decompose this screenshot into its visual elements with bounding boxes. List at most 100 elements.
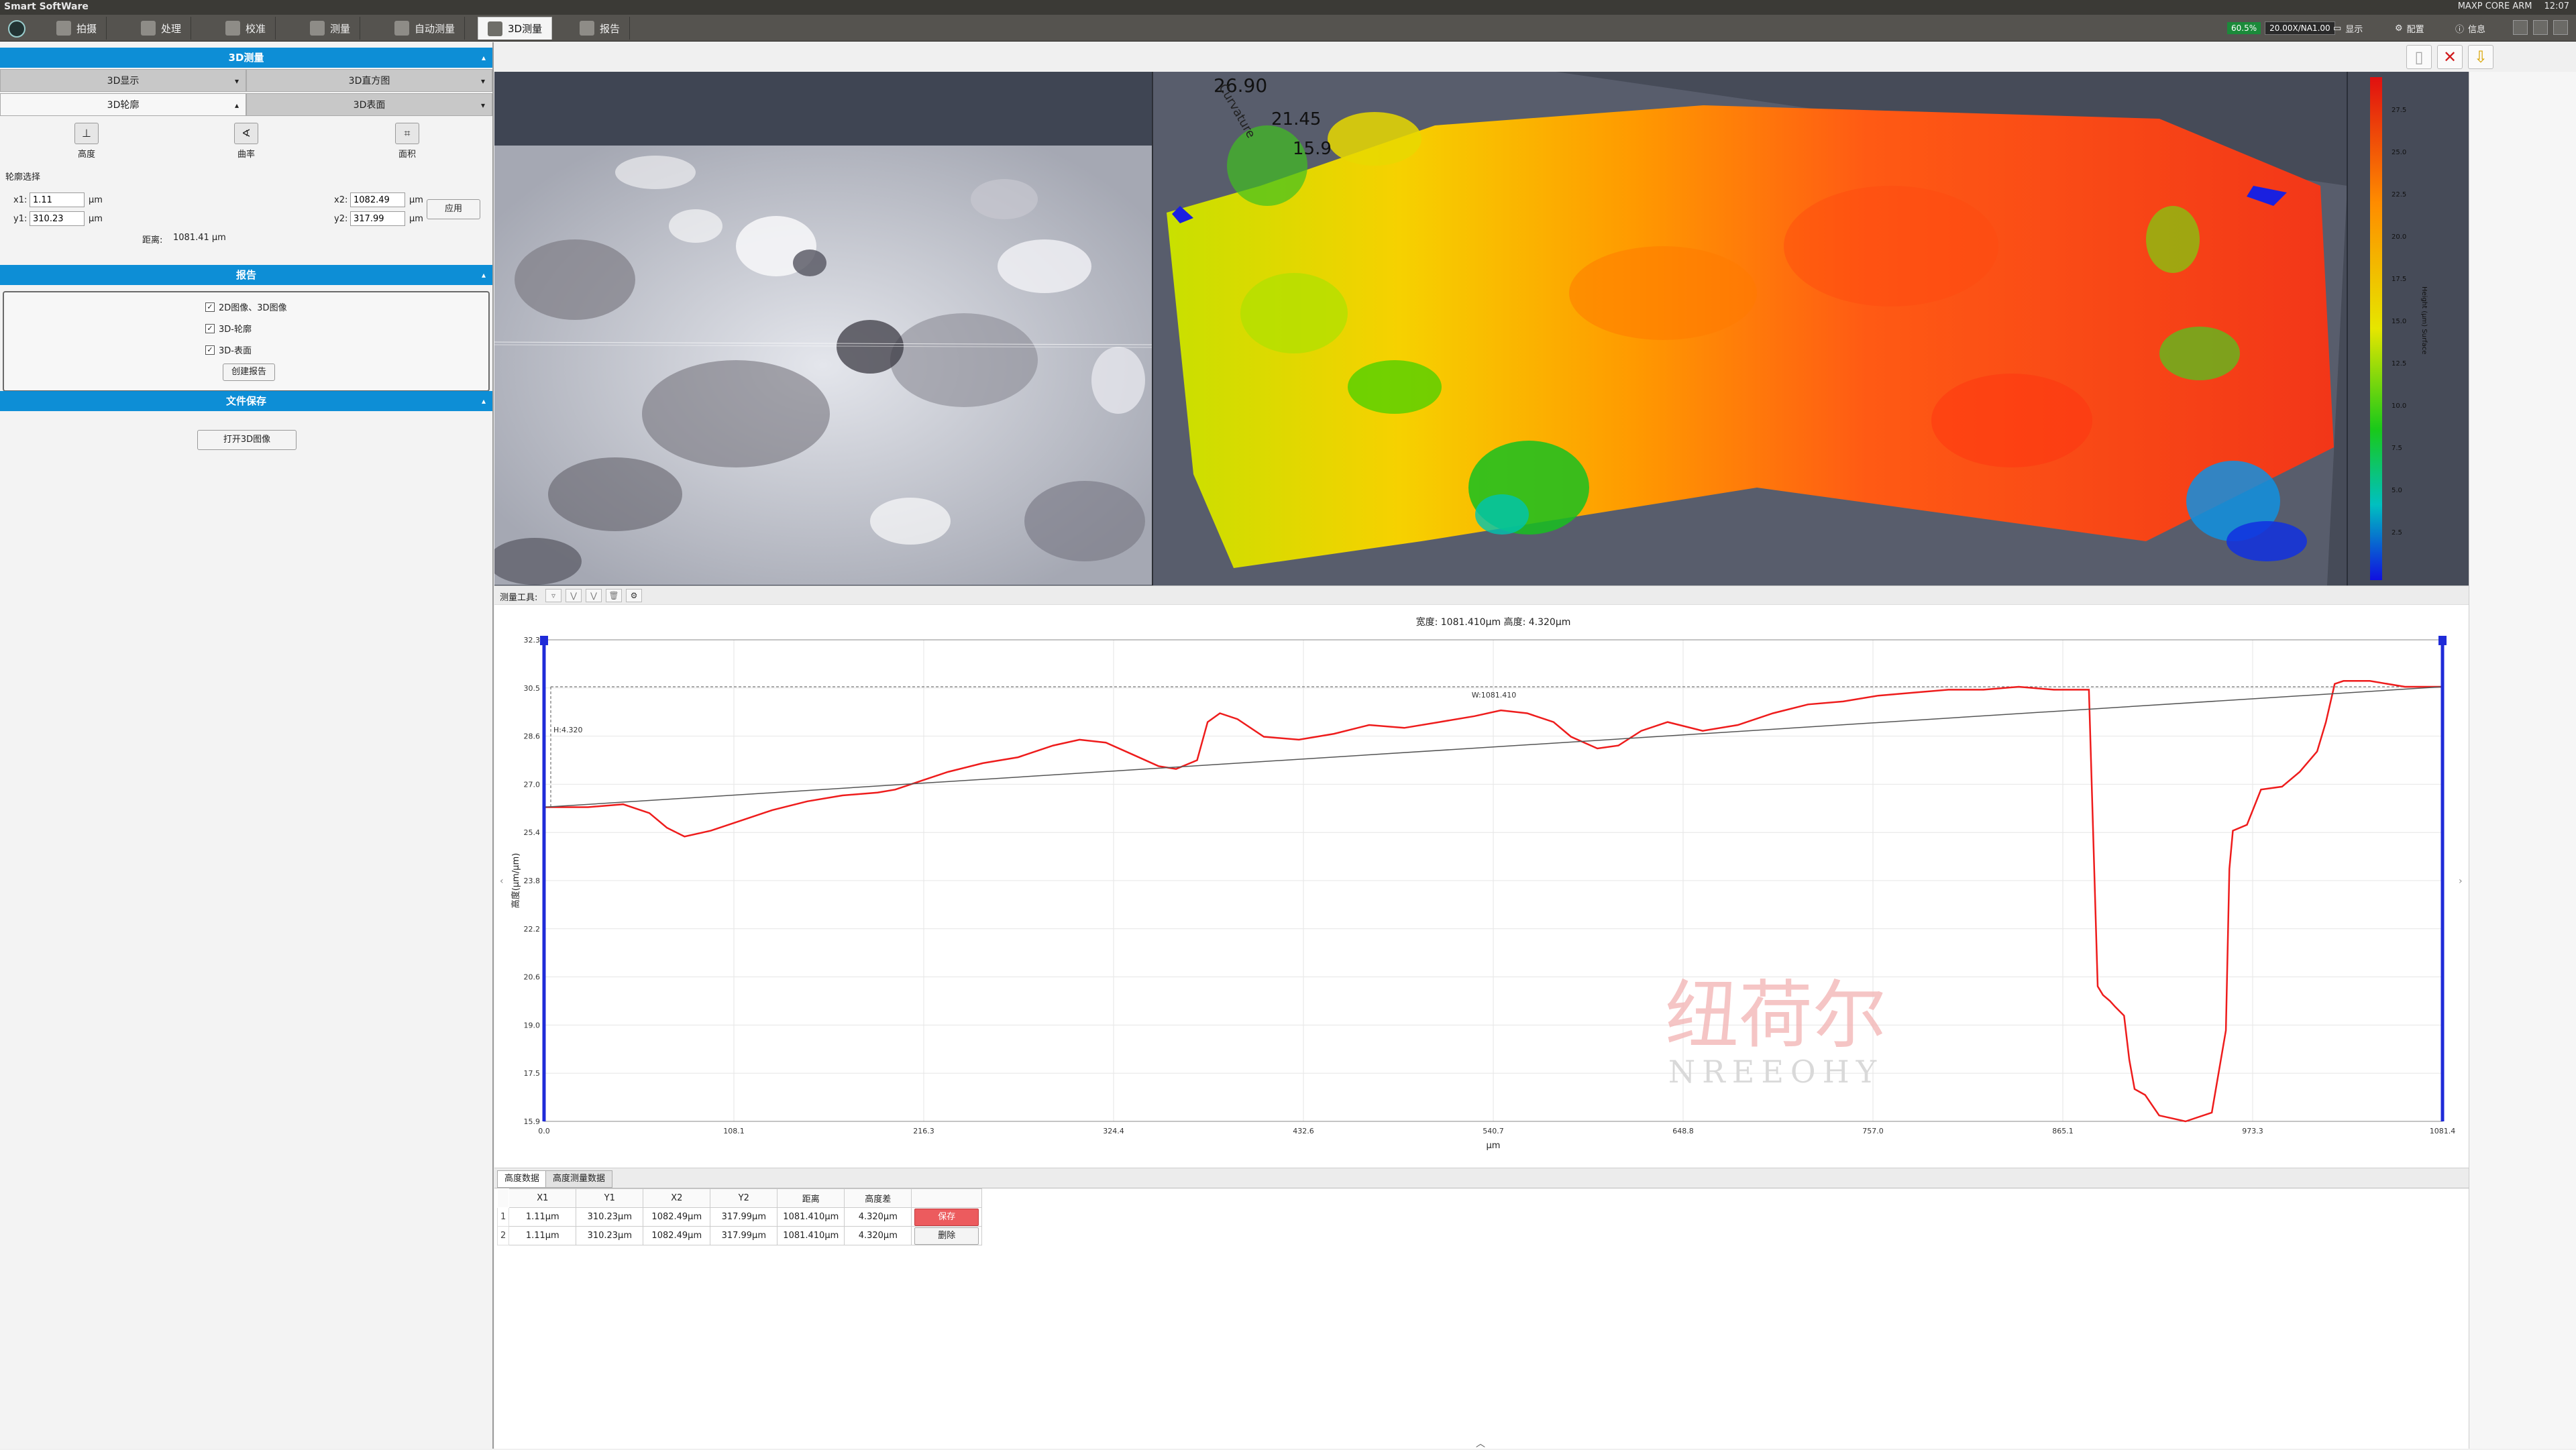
open-3d-image-button[interactable]: 打开3D图像 [197,430,297,450]
tab-process[interactable]: 处理 [131,17,192,40]
y-tick-label: 22.2 [524,925,541,934]
tab-height-measure-data[interactable]: 高度测量数据 [545,1170,613,1188]
measurement-table: X1 Y1 X2 Y2 距离 高度差 1 1.11μm 310.23μm 108… [496,1188,983,1245]
y-tick-label: 19.0 [524,1021,541,1029]
measure-icon [310,21,325,36]
y-axis-label: 高度(μm/μm) [511,853,521,908]
zoom-select[interactable]: 20.00X/NA1.00 [2265,21,2335,35]
x-axis-label: μm [1487,1141,1501,1151]
chevron-down-icon: ▾ [234,76,239,86]
pointer-icon[interactable]: ▿ [545,589,561,602]
section-file-save[interactable]: 文件保存 ▴ [0,391,492,411]
config-icon: ⚙ [2395,23,2403,34]
tab-3d-profile[interactable]: 3D轮廓 ▴ [0,93,246,116]
x-tick-label: 973.3 [2242,1127,2263,1135]
display-icon: ▭ [2333,23,2342,34]
tab-height-data[interactable]: 高度数据 [497,1170,547,1188]
chevron-up-icon: ▴ [234,101,239,110]
clock: 12:07 [2544,1,2569,11]
chevron-up-icon: ▴ [481,53,486,62]
height-colorbar [2370,77,2382,580]
save-button[interactable]: 保存 [914,1208,979,1226]
angle-down-icon[interactable]: ⋁ [566,589,582,602]
info-button[interactable]: ⓘ 信息 [2455,19,2485,38]
chart-title: 宽度: 1081.410μm 高度: 4.320μm [1416,616,1571,628]
x-tick-label: 324.4 [1103,1127,1124,1135]
tab-3d-histogram[interactable]: 3D直方图 ▾ [246,69,492,92]
left-panel: 3D测量 ▴ 3D显示 ▾ 3D直方图 ▾ 3D轮廓 ▴ 3D表面 ▾ ⊥ 高度 ∢ 曲率 ⌗… [0,42,494,1449]
right-side-panel [2469,72,2576,1449]
checkbox-checked-icon[interactable]: ✓ [205,302,215,312]
y-tick-label: 20.6 [524,973,541,982]
status-indicator: 60.5% [2227,22,2261,34]
area-tool[interactable]: ⌗ 面积 [377,123,437,160]
section-3d-measure[interactable]: 3D测量 ▴ [0,48,492,68]
create-report-button[interactable]: 创建报告 [223,364,275,381]
export-icon[interactable]: ⇩ [2468,45,2493,69]
tab-capture[interactable]: 拍摄 [47,17,107,40]
save-file-icon[interactable]: ▯ [2406,45,2432,69]
surface-view-3d[interactable]: 26.90 21.45 15.9 Curvature 27.5 25.0 22.5 2… [1152,72,2469,585]
y-tick-label: 23.8 [524,877,541,885]
table-row[interactable]: 1 1.11μm 310.23μm 1082.49μm 317.99μm 108… [496,1207,983,1227]
y-tick-label: 32.3 [524,636,541,645]
curvature-tool[interactable]: ∢ 曲率 [216,123,276,160]
report-option-profile[interactable]: ✓ 3D-轮廓 [205,322,252,335]
x2-field[interactable] [350,192,405,207]
tab-auto-measure[interactable]: 自动测量 [385,17,466,40]
table-row[interactable]: 2 1.11μm 310.23μm 1082.49μm 317.99μm 108… [496,1226,983,1245]
watermark-en: NREEOHY [1668,1054,1883,1090]
y-tick-label: 17.5 [524,1069,541,1078]
ruler-icon [225,21,240,36]
chevron-up-icon[interactable]: ︿ [1476,1437,1485,1450]
x2-unit: μm [409,195,423,205]
report-option-2d3d[interactable]: ✓ 2D图像、3D图像 [205,300,287,313]
colorbar-ticks: 27.5 25.0 22.5 20.0 17.5 15.0 12.5 10.0 7.5 5.0 2.… [2392,107,2407,537]
checkbox-checked-icon[interactable]: ✓ [205,345,215,355]
microscope-image-2d[interactable] [494,146,1152,585]
y1-unit: μm [89,214,103,224]
maximize-button[interactable] [2533,20,2548,35]
width-annotation: W:1081.410 [1472,691,1516,700]
tab-calibrate[interactable]: 校准 [216,17,276,40]
close-window-button[interactable] [2553,20,2568,35]
minimize-button[interactable] [2513,20,2528,35]
delete-icon[interactable]: 🗑 [606,589,622,602]
section-report[interactable]: 报告 ▴ [0,265,492,285]
camera-icon [56,21,71,36]
delete-button[interactable]: 删除 [914,1227,979,1245]
measurement-table-area: X1 Y1 X2 Y2 距离 高度差 1 1.11μm 310.23μm 108… [494,1188,2469,1449]
apply-button[interactable]: 应用 [427,199,480,219]
chart-scroll-left-icon: ‹ [500,876,504,887]
tab-measure[interactable]: 测量 [301,17,361,40]
col-y2: Y2 [710,1188,778,1208]
tab-3d-surface[interactable]: 3D表面 ▾ [246,93,492,116]
settings-icon[interactable]: ⚙ [626,589,642,602]
tab-3d-display[interactable]: 3D显示 ▾ [0,69,246,92]
report-icon [580,21,594,36]
height-tool[interactable]: ⊥ 高度 [56,123,117,160]
tab-report[interactable]: 报告 [570,17,631,40]
y1-field[interactable] [30,211,85,226]
measurement-toolbar: 测量工具: ▿ ⋁ ⋁ 🗑 ⚙ [494,585,2469,604]
config-button[interactable]: ⚙ 配置 [2395,19,2424,38]
checkbox-checked-icon[interactable]: ✓ [205,323,215,333]
close-icon[interactable]: ✕ [2437,45,2463,69]
status-area: 60.5% 20.00X/NA1.00 [2227,19,2335,38]
tab-3d-measure[interactable]: 3D测量 [478,17,553,40]
x-tick-label: 1081.4 [2430,1127,2456,1135]
cube-icon [488,21,502,36]
angle-icon[interactable]: ⋁ [586,589,602,602]
report-option-surface[interactable]: ✓ 3D-表面 [205,343,252,356]
data-tabs: 高度数据 高度测量数据 [494,1168,2469,1188]
x-tick-label: 648.8 [1672,1127,1694,1135]
x1-field[interactable] [30,192,85,207]
y2-unit: μm [409,214,423,224]
y2-field[interactable] [350,211,405,226]
profile-chart[interactable]: 0.0 108.1 216.3 324.4 432.6 540.7 648.8 757.0 86… [494,604,2469,1168]
distance-value: 1081.41 μm [173,233,226,243]
home-icon[interactable] [8,20,25,38]
chart-scroll-right-icon: › [2459,876,2463,887]
col-height-diff: 高度差 [844,1188,912,1208]
display-button[interactable]: ▭ 显示 [2333,19,2363,38]
